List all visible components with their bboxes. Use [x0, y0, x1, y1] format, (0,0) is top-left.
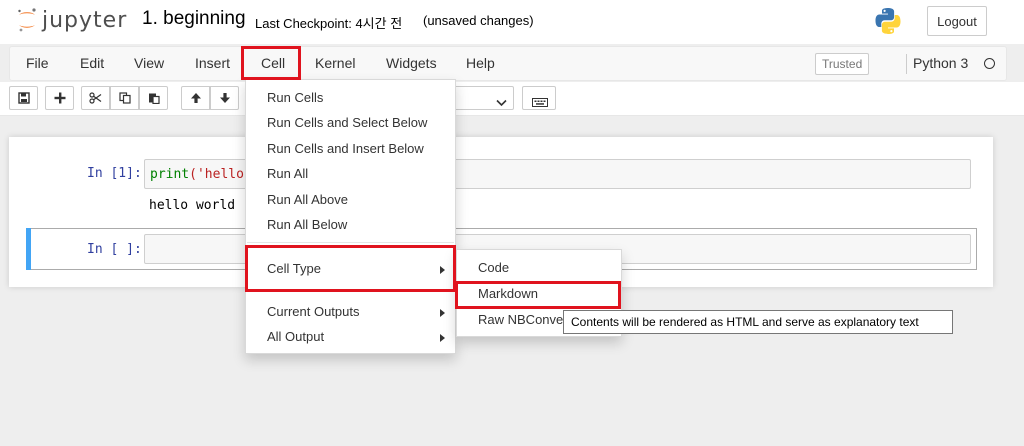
logout-button[interactable]: Logout [927, 6, 987, 36]
cell-menu-dropdown: Run Cells Run Cells and Select Below Run… [245, 79, 456, 354]
trusted-badge[interactable]: Trusted [815, 53, 870, 75]
markdown-tooltip: Contents will be rendered as HTML and se… [563, 310, 953, 334]
paste-button[interactable] [139, 86, 168, 110]
menu-run-all-below[interactable]: Run All Below [246, 214, 455, 236]
menubar: File Edit View Insert Cell Kernel Widget… [9, 46, 1007, 81]
chevron-right-icon [440, 334, 445, 342]
kernel-divider [906, 54, 907, 74]
menu-file[interactable]: File [26, 47, 49, 80]
menu-help[interactable]: Help [466, 47, 495, 80]
menu-kernel[interactable]: Kernel [315, 47, 355, 80]
code-function: print [150, 167, 190, 182]
menu-cell[interactable]: Cell [261, 47, 285, 80]
menu-cell-type[interactable]: Cell Type [246, 258, 455, 280]
menu-view[interactable]: View [134, 47, 164, 80]
chevron-down-icon [496, 94, 507, 112]
code-string: ('hello [189, 167, 244, 182]
jupyter-logo-icon [16, 6, 38, 34]
cut-button[interactable] [81, 86, 110, 110]
menu-run-cells-select-below[interactable]: Run Cells and Select Below [246, 112, 455, 134]
menu-cell-type-label: Cell Type [267, 261, 321, 276]
arrow-up-icon [190, 92, 202, 104]
menu-run-all[interactable]: Run All [246, 163, 455, 185]
jupyter-logo[interactable]: jupyter [16, 6, 127, 34]
copy-button[interactable] [110, 86, 139, 110]
menu-divider [247, 291, 454, 292]
selected-cell-indicator [26, 228, 31, 270]
autosave-status: (unsaved changes) [423, 13, 534, 28]
cell-1-prompt: In [1]: [87, 166, 142, 181]
paste-icon [148, 92, 160, 104]
cell-type-select[interactable] [446, 86, 514, 110]
python-logo-icon [873, 6, 903, 36]
save-button[interactable] [9, 86, 38, 110]
chevron-right-icon [440, 266, 445, 274]
menu-all-output[interactable]: All Output [246, 326, 455, 348]
menu-run-all-above[interactable]: Run All Above [246, 189, 455, 211]
checkpoint-status: Last Checkpoint: 4시간 전 [255, 16, 403, 31]
notebook-name[interactable]: 1. beginning [142, 8, 246, 30]
menu-insert[interactable]: Insert [195, 47, 230, 80]
cell-1-output: hello world [149, 198, 236, 213]
menu-run-cells-insert-below[interactable]: Run Cells and Insert Below [246, 138, 455, 160]
arrow-down-icon [219, 92, 231, 104]
menu-edit[interactable]: Edit [80, 47, 104, 80]
command-palette-button[interactable] [522, 86, 556, 110]
move-down-button[interactable] [210, 86, 239, 110]
kernel-name[interactable]: Python 3 [913, 47, 968, 80]
menu-run-cells[interactable]: Run Cells [246, 87, 455, 109]
menu-current-outputs-label: Current Outputs [267, 304, 360, 319]
cell-2-prompt: In [ ]: [87, 242, 142, 257]
kernel-idle-indicator-icon [984, 58, 995, 69]
menu-all-output-label: All Output [267, 329, 325, 344]
chevron-right-icon [440, 309, 445, 317]
menu-current-outputs[interactable]: Current Outputs [246, 301, 455, 323]
move-up-button[interactable] [181, 86, 210, 110]
scissors-icon [89, 92, 102, 104]
save-icon [17, 92, 30, 104]
menu-widgets[interactable]: Widgets [386, 47, 437, 80]
copy-icon [118, 92, 131, 104]
toolbar [0, 82, 1024, 116]
insert-cell-button[interactable] [45, 86, 74, 110]
submenu-markdown[interactable]: Markdown [457, 283, 621, 305]
logo-text: jupyter [42, 7, 128, 33]
plus-icon [54, 92, 66, 104]
keyboard-icon [532, 94, 548, 112]
menu-divider [247, 242, 454, 243]
header: jupyter 1. beginning Last Checkpoint: 4시… [0, 0, 1024, 44]
submenu-code[interactable]: Code [457, 257, 621, 279]
